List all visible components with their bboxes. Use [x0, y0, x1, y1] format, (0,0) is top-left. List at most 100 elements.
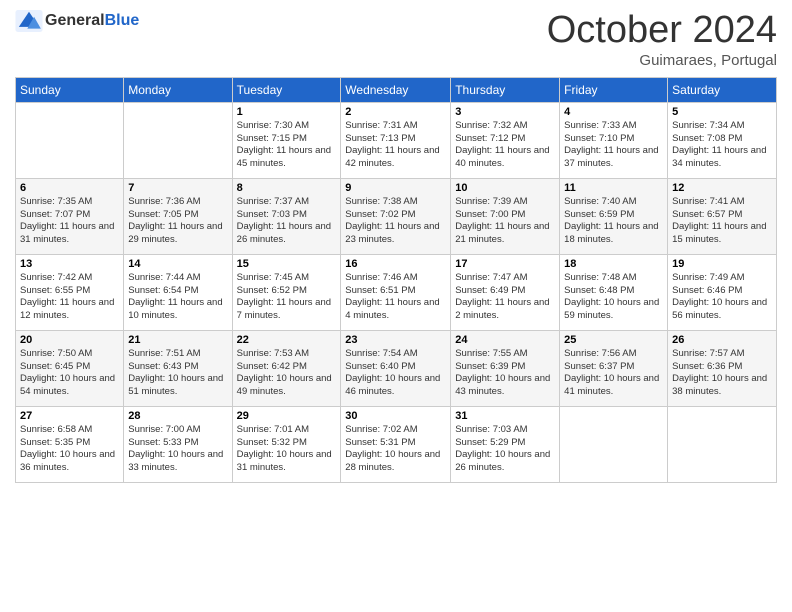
cell-info: Sunrise: 7:51 AMSunset: 6:43 PMDaylight:… [128, 348, 227, 399]
table-row: 28 Sunrise: 7:00 AMSunset: 5:33 PMDayligh… [124, 406, 232, 482]
logo-general: General [45, 12, 105, 30]
cell-day-number: 23 [345, 334, 446, 346]
calendar: Sunday Monday Tuesday Wednesday Thursday… [15, 77, 777, 483]
cell-info: Sunrise: 7:49 AMSunset: 6:46 PMDaylight:… [672, 272, 772, 323]
calendar-week-row: 13Sunrise: 7:42 AMSunset: 6:55 PMDayligh… [16, 254, 777, 330]
logo: GeneralBlue [15, 10, 139, 32]
location: Guimaraes, Portugal [547, 52, 777, 69]
table-row [124, 102, 232, 178]
cell-day-number: 12 [672, 182, 772, 194]
table-row [16, 102, 124, 178]
table-row: 2Sunrise: 7:31 AMSunset: 7:13 PMDaylight… [341, 102, 451, 178]
cell-day-number: 3 [455, 106, 555, 118]
table-row: 5Sunrise: 7:34 AMSunset: 7:08 PMDaylight… [668, 102, 777, 178]
calendar-week-row: 1Sunrise: 7:30 AMSunset: 7:15 PMDaylight… [16, 102, 777, 178]
cell-day-number: 31 [455, 410, 555, 422]
cell-day-number: 8 [237, 182, 337, 194]
table-row: 20Sunrise: 7:50 AMSunset: 6:45 PMDayligh… [16, 330, 124, 406]
cell-info: Sunrise: 7:38 AMSunset: 7:02 PMDaylight:… [345, 196, 446, 247]
table-row: 3Sunrise: 7:32 AMSunset: 7:12 PMDaylight… [451, 102, 560, 178]
cell-day-number: 22 [237, 334, 337, 346]
cell-day-number: 11 [564, 182, 663, 194]
cell-info: Sunrise: 7:57 AMSunset: 6:36 PMDaylight:… [672, 348, 772, 399]
table-row: 30 Sunrise: 7:02 AMSunset: 5:31 PMDayligh… [341, 406, 451, 482]
table-row: 15 Sunrise: 7:45 AMSunset: 6:52 PMDayligh… [232, 254, 341, 330]
table-row: 23Sunrise: 7:54 AMSunset: 6:40 PMDayligh… [341, 330, 451, 406]
table-row: 10Sunrise: 7:39 AMSunset: 7:00 PMDayligh… [451, 178, 560, 254]
cell-day-number: 25 [564, 334, 663, 346]
table-row: 8 Sunrise: 7:37 AMSunset: 7:03 PMDaylight… [232, 178, 341, 254]
table-row: 25 Sunrise: 7:56 AMSunset: 6:37 PMDayligh… [560, 330, 668, 406]
table-row: 6 Sunrise: 7:35 AMSunset: 7:07 PMDaylight… [16, 178, 124, 254]
title-area: October 2024 Guimaraes, Portugal [547, 10, 777, 69]
table-row: 19 Sunrise: 7:49 AMSunset: 6:46 PMDayligh… [668, 254, 777, 330]
cell-info: Sunrise: 7:56 AMSunset: 6:37 PMDaylight:… [564, 348, 663, 399]
cell-info: Sunrise: 7:37 AMSunset: 7:03 PMDaylight:… [237, 196, 337, 247]
calendar-week-row: 20Sunrise: 7:50 AMSunset: 6:45 PMDayligh… [16, 330, 777, 406]
cell-day-number: 28 [128, 410, 227, 422]
col-friday: Friday [560, 77, 668, 102]
cell-info: Sunrise: 7:01 AMSunset: 5:32 PMDaylight:… [237, 424, 337, 475]
cell-day-number: 17 [455, 258, 555, 270]
col-tuesday: Tuesday [232, 77, 341, 102]
cell-day-number: 15 [237, 258, 337, 270]
cell-info: Sunrise: 7:40 AMSunset: 6:59 PMDaylight:… [564, 196, 663, 247]
cell-day-number: 16 [345, 258, 446, 270]
table-row: 4Sunrise: 7:33 AMSunset: 7:10 PMDaylight… [560, 102, 668, 178]
table-row: 12 Sunrise: 7:41 AMSunset: 6:57 PMDayligh… [668, 178, 777, 254]
cell-day-number: 9 [345, 182, 446, 194]
table-row: 18 Sunrise: 7:48 AMSunset: 6:48 PMDayligh… [560, 254, 668, 330]
cell-info: Sunrise: 7:47 AMSunset: 6:49 PMDaylight:… [455, 272, 555, 323]
cell-day-number: 18 [564, 258, 663, 270]
cell-day-number: 6 [20, 182, 119, 194]
col-saturday: Saturday [668, 77, 777, 102]
table-row: 1Sunrise: 7:30 AMSunset: 7:15 PMDaylight… [232, 102, 341, 178]
table-row: 13Sunrise: 7:42 AMSunset: 6:55 PMDayligh… [16, 254, 124, 330]
table-row: 22 Sunrise: 7:53 AMSunset: 6:42 PMDayligh… [232, 330, 341, 406]
cell-day-number: 21 [128, 334, 227, 346]
cell-day-number: 14 [128, 258, 227, 270]
table-row: 21 Sunrise: 7:51 AMSunset: 6:43 PMDayligh… [124, 330, 232, 406]
cell-day-number: 24 [455, 334, 555, 346]
cell-info: Sunrise: 7:53 AMSunset: 6:42 PMDaylight:… [237, 348, 337, 399]
cell-info: Sunrise: 7:33 AMSunset: 7:10 PMDaylight:… [564, 120, 663, 171]
cell-day-number: 7 [128, 182, 227, 194]
col-wednesday: Wednesday [341, 77, 451, 102]
cell-day-number: 1 [237, 106, 337, 118]
cell-day-number: 19 [672, 258, 772, 270]
table-row: 11 Sunrise: 7:40 AMSunset: 6:59 PMDayligh… [560, 178, 668, 254]
cell-info: Sunrise: 6:58 AMSunset: 5:35 PMDaylight:… [20, 424, 119, 475]
logo-area: GeneralBlue [15, 10, 139, 32]
header: GeneralBlue October 2024 Guimaraes, Port… [15, 10, 777, 69]
table-row: 16 Sunrise: 7:46 AMSunset: 6:51 PMDayligh… [341, 254, 451, 330]
cell-info: Sunrise: 7:46 AMSunset: 6:51 PMDaylight:… [345, 272, 446, 323]
table-row [560, 406, 668, 482]
cell-day-number: 29 [237, 410, 337, 422]
table-row: 29 Sunrise: 7:01 AMSunset: 5:32 PMDayligh… [232, 406, 341, 482]
calendar-header-row: Sunday Monday Tuesday Wednesday Thursday… [16, 77, 777, 102]
cell-day-number: 26 [672, 334, 772, 346]
month-title: October 2024 [547, 10, 777, 52]
logo-blue: Blue [105, 12, 140, 30]
cell-info: Sunrise: 7:48 AMSunset: 6:48 PMDaylight:… [564, 272, 663, 323]
col-thursday: Thursday [451, 77, 560, 102]
cell-info: Sunrise: 7:35 AMSunset: 7:07 PMDaylight:… [20, 196, 119, 247]
cell-info: Sunrise: 7:36 AMSunset: 7:05 PMDaylight:… [128, 196, 227, 247]
cell-day-number: 30 [345, 410, 446, 422]
table-row: 14 Sunrise: 7:44 AMSunset: 6:54 PMDayligh… [124, 254, 232, 330]
calendar-week-row: 27Sunrise: 6:58 AMSunset: 5:35 PMDayligh… [16, 406, 777, 482]
cell-info: Sunrise: 7:50 AMSunset: 6:45 PMDaylight:… [20, 348, 119, 399]
table-row: 24Sunrise: 7:55 AMSunset: 6:39 PMDayligh… [451, 330, 560, 406]
cell-info: Sunrise: 7:00 AMSunset: 5:33 PMDaylight:… [128, 424, 227, 475]
table-row: 9 Sunrise: 7:38 AMSunset: 7:02 PMDaylight… [341, 178, 451, 254]
cell-info: Sunrise: 7:03 AMSunset: 5:29 PMDaylight:… [455, 424, 555, 475]
table-row: 17 Sunrise: 7:47 AMSunset: 6:49 PMDayligh… [451, 254, 560, 330]
table-row: 7 Sunrise: 7:36 AMSunset: 7:05 PMDaylight… [124, 178, 232, 254]
cell-info: Sunrise: 7:42 AMSunset: 6:55 PMDaylight:… [20, 272, 119, 323]
cell-info: Sunrise: 7:44 AMSunset: 6:54 PMDaylight:… [128, 272, 227, 323]
cell-info: Sunrise: 7:02 AMSunset: 5:31 PMDaylight:… [345, 424, 446, 475]
table-row: 27Sunrise: 6:58 AMSunset: 5:35 PMDayligh… [16, 406, 124, 482]
cell-info: Sunrise: 7:45 AMSunset: 6:52 PMDaylight:… [237, 272, 337, 323]
cell-info: Sunrise: 7:41 AMSunset: 6:57 PMDaylight:… [672, 196, 772, 247]
cell-info: Sunrise: 7:31 AMSunset: 7:13 PMDaylight:… [345, 120, 446, 171]
